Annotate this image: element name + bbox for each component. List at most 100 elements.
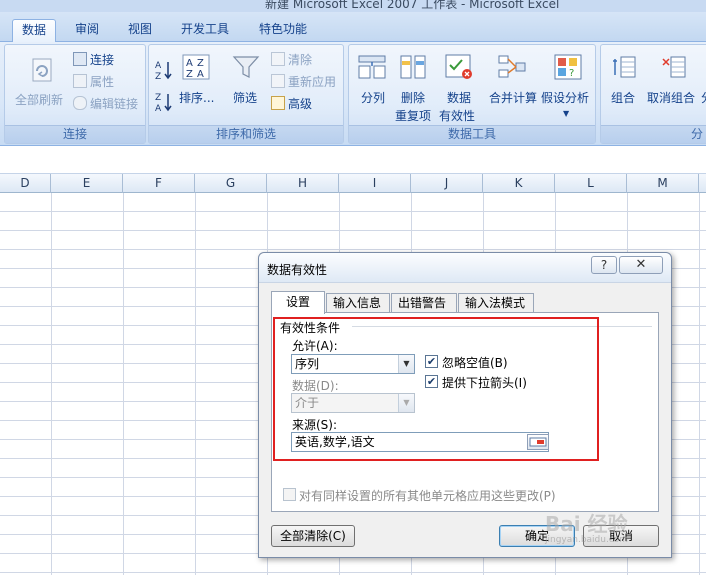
reapply-button[interactable]: 重新应用 bbox=[271, 73, 336, 90]
column-header-i[interactable]: I bbox=[339, 174, 411, 193]
clear-filter-button[interactable]: 清除 bbox=[271, 51, 312, 68]
tab-input-message[interactable]: 输入信息 bbox=[326, 293, 390, 313]
what-if-analysis-button[interactable]: ? 假设分析 ▼ bbox=[541, 51, 595, 127]
advanced-filter-icon bbox=[271, 96, 285, 110]
consolidate-label: 合并计算 bbox=[489, 91, 538, 105]
highlight-box bbox=[273, 317, 599, 461]
sort-descending-icon: Z A bbox=[155, 93, 172, 114]
column-header-h[interactable]: H bbox=[267, 174, 339, 193]
tab-review[interactable]: 审阅 bbox=[64, 19, 110, 42]
ribbon-tabs: 数据 审阅 视图 开发工具 特色功能 bbox=[0, 12, 706, 42]
properties-icon bbox=[73, 74, 87, 88]
ungroup-rows-icon bbox=[662, 56, 686, 78]
tab-error-alert[interactable]: 出错警告 bbox=[391, 293, 457, 313]
group-data-tools-label: 数据工具 bbox=[349, 125, 595, 143]
filter-button[interactable]: 筛选 bbox=[229, 51, 265, 111]
column-header-g[interactable]: G bbox=[195, 174, 267, 193]
clear-filter-icon bbox=[271, 52, 285, 66]
tab-view[interactable]: 视图 bbox=[118, 19, 162, 42]
column-header-d[interactable]: D bbox=[0, 174, 51, 193]
sort-desc-button[interactable]: Z A bbox=[155, 91, 175, 116]
text-to-columns-label: 分列 bbox=[361, 91, 386, 105]
svg-text:Z: Z bbox=[197, 58, 204, 69]
sort-button[interactable]: A Z Z A 排序... bbox=[177, 51, 217, 111]
reapply-label: 重新应用 bbox=[288, 75, 337, 89]
sort-asc-button[interactable]: A Z bbox=[155, 59, 175, 84]
edit-links-button[interactable]: 编辑链接 bbox=[73, 95, 138, 112]
properties-button[interactable]: 属性 bbox=[73, 73, 114, 90]
remove-duplicates-icon bbox=[400, 55, 426, 79]
formula-bar bbox=[0, 146, 706, 174]
tab-data[interactable]: 数据 bbox=[12, 19, 56, 42]
clear-all-button[interactable]: 全部清除(C) bbox=[271, 525, 355, 547]
sort-ascending-icon: A Z bbox=[155, 61, 172, 82]
apply-all-checkbox[interactable] bbox=[283, 488, 296, 501]
column-headers: D E F G H I J K L M bbox=[0, 174, 706, 193]
tab-special[interactable]: 特色功能 bbox=[248, 19, 318, 42]
tab-settings[interactable]: 设置 bbox=[271, 291, 325, 314]
svg-text:A: A bbox=[197, 69, 204, 80]
watermark: Bai 经验 jingyan.baidu.com bbox=[545, 508, 628, 545]
column-header-l[interactable]: L bbox=[555, 174, 627, 193]
apply-all-label: 对有同样设置的所有其他单元格应用这些更改(P) bbox=[299, 489, 556, 503]
close-button[interactable]: ✕ bbox=[619, 256, 663, 274]
group-sort-filter: A Z Z A A Z Z A 排序... 筛选 清除 重新应用 高级 排序和筛… bbox=[148, 44, 344, 144]
text-to-columns-icon bbox=[358, 55, 386, 79]
watermark-url: jingyan.baidu.com bbox=[545, 535, 629, 545]
ribbon: 全部刷新 连接 属性 编辑链接 连接 A Z Z A A Z Z A 排序...… bbox=[0, 42, 706, 146]
data-validation-label-2: 有效性 bbox=[439, 109, 476, 123]
dialog-titlebar[interactable]: 数据有效性 ? ✕ bbox=[259, 253, 671, 283]
refresh-icon bbox=[32, 58, 52, 82]
column-header-e[interactable]: E bbox=[51, 174, 123, 193]
filter-label: 筛选 bbox=[233, 91, 258, 105]
group-outline: 组合 取消组合 分 分 bbox=[600, 44, 706, 144]
svg-text:A: A bbox=[155, 61, 162, 71]
advanced-filter-button[interactable]: 高级 bbox=[271, 95, 312, 112]
group-connections: 全部刷新 连接 属性 编辑链接 连接 bbox=[4, 44, 146, 144]
what-if-label: 假设分析 bbox=[541, 91, 590, 105]
connections-button[interactable]: 连接 bbox=[73, 51, 114, 68]
subtotal-button[interactable]: 分 bbox=[701, 89, 706, 106]
group-rows-icon bbox=[613, 56, 636, 78]
column-header-f[interactable]: F bbox=[123, 174, 195, 193]
window-titlebar: 新建 Microsoft Excel 2007 工作表 - Microsoft … bbox=[0, 0, 706, 12]
refresh-all-button[interactable]: 全部刷新 bbox=[11, 53, 73, 113]
column-header-k[interactable]: K bbox=[483, 174, 555, 193]
sort-label: 排序... bbox=[179, 91, 215, 105]
filter-funnel-icon bbox=[232, 56, 260, 78]
tab-ime-mode[interactable]: 输入法模式 bbox=[458, 293, 534, 313]
svg-text:?: ? bbox=[569, 68, 574, 79]
text-to-columns-button[interactable]: 分列 bbox=[355, 51, 391, 111]
connections-label: 连接 bbox=[90, 53, 115, 67]
advanced-filter-label: 高级 bbox=[288, 97, 313, 111]
edit-links-label: 编辑链接 bbox=[90, 97, 139, 111]
window-title: 新建 Microsoft Excel 2007 工作表 - Microsoft … bbox=[265, 0, 560, 11]
chevron-down-icon: ▼ bbox=[563, 109, 570, 118]
svg-text:Z: Z bbox=[186, 69, 193, 80]
column-header-j[interactable]: J bbox=[411, 174, 483, 193]
properties-label: 属性 bbox=[90, 75, 115, 89]
group-outline-label: 分 bbox=[601, 125, 706, 143]
help-button[interactable]: ? bbox=[591, 256, 617, 274]
column-header-m[interactable]: M bbox=[627, 174, 699, 193]
group-label: 组合 bbox=[611, 91, 636, 105]
reapply-icon bbox=[271, 74, 285, 88]
ungroup-button[interactable]: 取消组合 bbox=[645, 51, 701, 111]
what-if-icon: ? bbox=[554, 54, 582, 80]
consolidate-button[interactable]: 合并计算 bbox=[485, 51, 539, 111]
svg-text:A: A bbox=[155, 104, 162, 113]
consolidate-icon bbox=[498, 55, 526, 78]
data-validation-label-1: 数据 bbox=[447, 91, 472, 105]
svg-text:Z: Z bbox=[155, 72, 161, 81]
ungroup-label: 取消组合 bbox=[647, 91, 696, 105]
group-button[interactable]: 组合 bbox=[607, 51, 641, 111]
data-validation-icon bbox=[445, 54, 472, 79]
remove-duplicates-label-1: 删除 bbox=[401, 91, 426, 105]
dialog-title: 数据有效性 bbox=[267, 263, 328, 277]
group-data-tools: 分列 删除 重复项 数据 有效性 合并计算 ? 假设分析 ▼ 数据工具 bbox=[348, 44, 596, 144]
tab-developer[interactable]: 开发工具 bbox=[170, 19, 240, 42]
watermark-brand: Bai 经验 bbox=[545, 512, 628, 536]
remove-duplicates-button[interactable]: 删除 重复项 bbox=[393, 51, 433, 127]
data-validation-button[interactable]: 数据 有效性 bbox=[437, 51, 481, 127]
clear-filter-label: 清除 bbox=[288, 53, 313, 67]
